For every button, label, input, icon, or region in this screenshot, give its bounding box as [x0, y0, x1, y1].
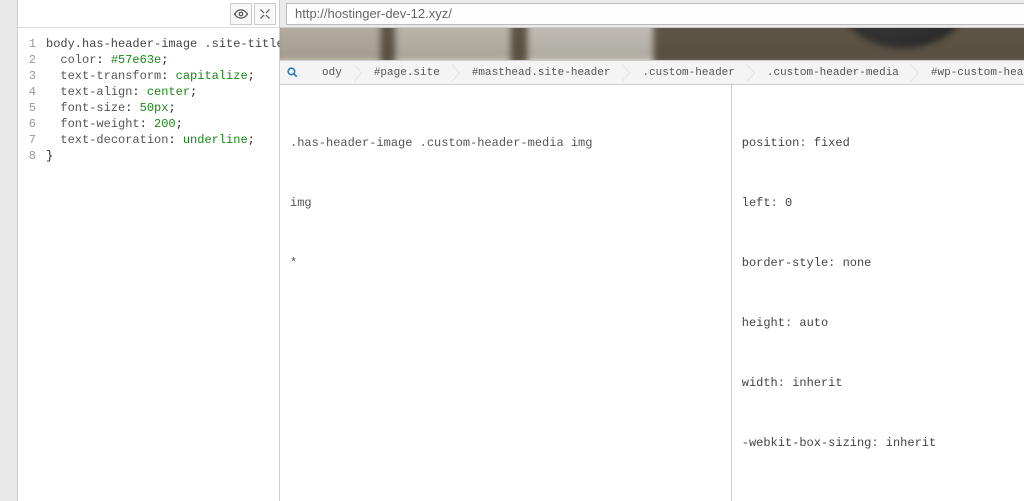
- customizer-collapse-rail[interactable]: [0, 0, 18, 501]
- breadcrumb-node[interactable]: ody: [304, 61, 356, 85]
- css-editor-panel: 1 2 3 4 5 6 7 8 body.has-header-image .s…: [18, 0, 280, 501]
- selector-row: *: [290, 253, 721, 273]
- inspect-search-icon[interactable]: [280, 66, 304, 79]
- devtools-inspector: ody #page.site #masthead.site-header .cu…: [280, 60, 1024, 501]
- breadcrumb-node[interactable]: #page.site: [356, 61, 454, 85]
- css-code-editor[interactable]: 1 2 3 4 5 6 7 8 body.has-header-image .s…: [18, 28, 279, 501]
- url-input[interactable]: http://hostinger-dev-12.xyz/: [286, 3, 1024, 25]
- url-bar-row: http://hostinger-dev-12.xyz/: [280, 0, 1024, 28]
- site-preview[interactable]: Test Account Just another WordPress site…: [280, 28, 1024, 60]
- breadcrumb-node[interactable]: #wp-custom-header.wp-custom-header: [913, 61, 1024, 85]
- expand-icon: [259, 8, 271, 20]
- matched-selectors-panel[interactable]: .has-header-image .custom-header-media i…: [280, 85, 732, 501]
- selector-row: .has-header-image .custom-header-media i…: [290, 133, 721, 153]
- header-image: [280, 28, 1024, 60]
- fullscreen-toggle-button[interactable]: [254, 3, 276, 25]
- preview-toggle-button[interactable]: [230, 3, 252, 25]
- editor-toolbar: [18, 0, 279, 28]
- eye-icon: [234, 7, 248, 21]
- dom-breadcrumb: ody #page.site #masthead.site-header .cu…: [280, 61, 1024, 85]
- code-content: body.has-header-image .site-title a { co…: [40, 28, 312, 501]
- line-gutter: 1 2 3 4 5 6 7 8: [18, 28, 40, 501]
- breadcrumb-node[interactable]: #masthead.site-header: [454, 61, 625, 85]
- breadcrumb-node[interactable]: .custom-header-media: [749, 61, 913, 85]
- selector-row: img: [290, 193, 721, 213]
- breadcrumb-node[interactable]: .custom-header: [624, 61, 748, 85]
- computed-styles-panel[interactable]: position: fixed left: 0 border-style: no…: [732, 85, 1024, 501]
